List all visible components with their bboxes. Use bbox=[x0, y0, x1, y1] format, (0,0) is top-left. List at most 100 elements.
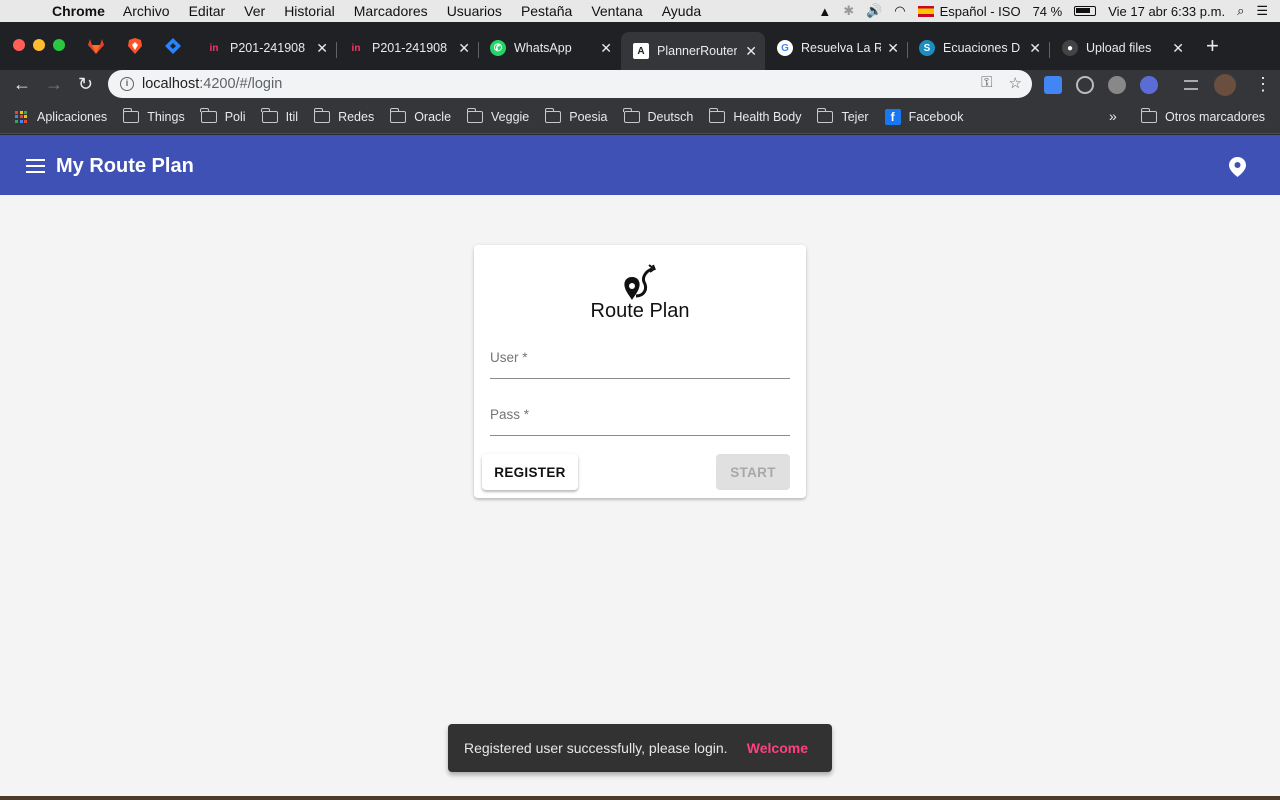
user-input[interactable] bbox=[490, 343, 790, 378]
close-icon[interactable]: ✕ bbox=[458, 40, 470, 57]
folder-icon bbox=[708, 107, 726, 123]
start-button[interactable]: START bbox=[716, 454, 790, 490]
tab-title: P201-241908 bbox=[372, 41, 448, 55]
url-path: :4200/#/login bbox=[199, 76, 283, 92]
wifi-icon[interactable]: ◠ bbox=[894, 3, 905, 19]
brave-icon[interactable] bbox=[125, 36, 145, 56]
bookmark-label: Otros marcadores bbox=[1165, 110, 1266, 124]
facebook-icon: f bbox=[884, 108, 901, 125]
bookmark-label: Veggie bbox=[491, 109, 530, 124]
bookmark-facebook[interactable]: f Facebook bbox=[884, 108, 963, 125]
bookmark-folder-poli[interactable]: Poli bbox=[200, 107, 246, 124]
bookmark-label: Things bbox=[147, 109, 185, 124]
bookmark-folder-tejer[interactable]: Tejer bbox=[816, 107, 869, 124]
tab-resuelva[interactable]: G Resuelva La R ✕ bbox=[765, 32, 907, 64]
close-icon[interactable]: ✕ bbox=[1029, 40, 1041, 57]
clock[interactable]: Vie 17 abr 6:33 p.m. bbox=[1108, 4, 1225, 19]
snackbar-action-button[interactable]: Welcome bbox=[747, 740, 808, 756]
battery-percent[interactable]: 74 % bbox=[1033, 4, 1063, 19]
bookmark-other[interactable]: Otros marcadores bbox=[1140, 108, 1266, 124]
checkmark-extension-icon[interactable] bbox=[1140, 76, 1158, 94]
bookmark-folder-itil[interactable]: Itil bbox=[261, 107, 299, 124]
menu-app-name[interactable]: Chrome bbox=[52, 3, 105, 19]
snackbar: Registered user successfully, please log… bbox=[448, 724, 832, 772]
profile-avatar[interactable] bbox=[1214, 74, 1236, 96]
bookmark-folder-redes[interactable]: Redes bbox=[313, 107, 374, 124]
angular-icon: A bbox=[633, 43, 649, 59]
menu-ayuda[interactable]: Ayuda bbox=[662, 3, 701, 19]
reload-icon[interactable]: ↻ bbox=[78, 74, 93, 95]
notification-center-icon[interactable]: ☰ bbox=[1256, 3, 1268, 19]
folder-icon bbox=[1140, 108, 1157, 123]
new-tab-button[interactable]: + bbox=[1206, 35, 1219, 57]
mountain-app-icon[interactable]: ▲ bbox=[818, 4, 831, 19]
whatsapp-icon: ✆ bbox=[490, 40, 506, 56]
tab-upload-files[interactable]: ● Upload files ✕ bbox=[1050, 32, 1192, 64]
menu-usuarios[interactable]: Usuarios bbox=[447, 3, 502, 19]
bluetooth-icon[interactable]: ✱ bbox=[843, 3, 854, 19]
menu-editar[interactable]: Editar bbox=[189, 3, 226, 19]
volume-icon[interactable]: 🔊 bbox=[866, 3, 882, 19]
more-menu-icon[interactable]: ⋮ bbox=[1254, 74, 1272, 95]
media-control-icon[interactable] bbox=[1184, 80, 1198, 90]
pass-input[interactable] bbox=[490, 400, 790, 435]
tab-p201-1[interactable]: in P201-241908 ✕ bbox=[194, 32, 336, 64]
pass-field[interactable]: Pass * bbox=[490, 400, 790, 436]
key-icon[interactable]: ⚿ bbox=[981, 74, 992, 92]
more-bookmarks-icon[interactable]: » bbox=[1109, 108, 1117, 124]
menu-historial[interactable]: Historial bbox=[284, 3, 335, 19]
minimize-window-button[interactable] bbox=[33, 39, 45, 51]
invision-icon: in bbox=[209, 42, 219, 54]
bookmark-folder-health-body[interactable]: Health Body bbox=[708, 107, 801, 124]
extension-icon[interactable] bbox=[1108, 76, 1126, 94]
spotlight-search-icon[interactable]: ⌕ bbox=[1237, 3, 1244, 19]
eye-extension-icon[interactable] bbox=[1076, 76, 1094, 94]
close-icon[interactable]: ✕ bbox=[745, 43, 757, 60]
back-icon[interactable]: ← bbox=[13, 74, 31, 95]
site-info-icon[interactable]: i bbox=[120, 77, 134, 91]
close-window-button[interactable] bbox=[13, 39, 25, 51]
location-pin-icon[interactable] bbox=[1229, 157, 1246, 182]
menu-ventana[interactable]: Ventana bbox=[591, 3, 642, 19]
star-icon[interactable]: ☆ bbox=[1009, 74, 1022, 92]
macos-menu-bar: Chrome Archivo Editar Ver Historial Marc… bbox=[0, 0, 1280, 22]
bookmark-label: Deutsch bbox=[647, 109, 694, 124]
menu-marcadores[interactable]: Marcadores bbox=[354, 3, 428, 19]
bookmark-folder-veggie[interactable]: Veggie bbox=[466, 107, 530, 124]
bookmark-folder-deutsch[interactable]: Deutsch bbox=[623, 107, 694, 124]
jira-icon[interactable] bbox=[163, 36, 183, 56]
battery-icon[interactable] bbox=[1074, 6, 1097, 16]
spain-flag-icon bbox=[917, 5, 934, 17]
close-icon[interactable]: ✕ bbox=[887, 40, 899, 57]
menu-ver[interactable]: Ver bbox=[244, 3, 265, 19]
input-source-label[interactable]: Español - ISO bbox=[940, 4, 1021, 19]
folder-icon bbox=[261, 107, 278, 123]
bookmark-folder-things[interactable]: Things bbox=[122, 107, 185, 124]
tab-title: P201-241908 bbox=[230, 41, 306, 55]
bookmark-folder-oracle[interactable]: Oracle bbox=[389, 107, 452, 124]
tab-whatsapp[interactable]: ✆ WhatsApp ✕ bbox=[478, 32, 620, 64]
register-button[interactable]: REGISTER bbox=[482, 454, 578, 490]
menu-archivo[interactable]: Archivo bbox=[123, 3, 170, 19]
address-bar[interactable]: i localhost:4200/#/login ⚿ ☆ bbox=[108, 70, 1032, 98]
zoom-window-button[interactable] bbox=[53, 39, 65, 51]
bookmark-label: Aplicaciones bbox=[37, 109, 108, 124]
bookmark-apps[interactable]: Aplicaciones bbox=[15, 110, 107, 124]
tab-p201-2[interactable]: in P201-241908 ✕ bbox=[336, 32, 478, 64]
forward-icon[interactable]: → bbox=[45, 74, 63, 95]
login-card: Route Plan User * Pass * REGISTER START bbox=[474, 245, 806, 498]
close-icon[interactable]: ✕ bbox=[600, 40, 612, 57]
bookmark-label: Itil bbox=[285, 109, 299, 124]
menu-pestana[interactable]: Pestaña bbox=[521, 3, 572, 19]
tab-plannerrouter[interactable]: A PlannerRouter ✕ bbox=[621, 32, 765, 70]
close-icon[interactable]: ✕ bbox=[316, 40, 328, 57]
folder-icon bbox=[623, 107, 640, 123]
tab-ecuaciones[interactable]: S Ecuaciones D ✕ bbox=[907, 32, 1049, 64]
gitlab-icon[interactable] bbox=[86, 36, 106, 56]
bookmark-label: Oracle bbox=[414, 109, 452, 124]
user-field[interactable]: User * bbox=[490, 343, 790, 379]
menu-icon[interactable] bbox=[26, 159, 45, 173]
close-icon[interactable]: ✕ bbox=[1172, 40, 1184, 57]
google-translate-icon[interactable] bbox=[1044, 76, 1062, 94]
bookmark-folder-poesia[interactable]: Poesia bbox=[544, 107, 608, 124]
